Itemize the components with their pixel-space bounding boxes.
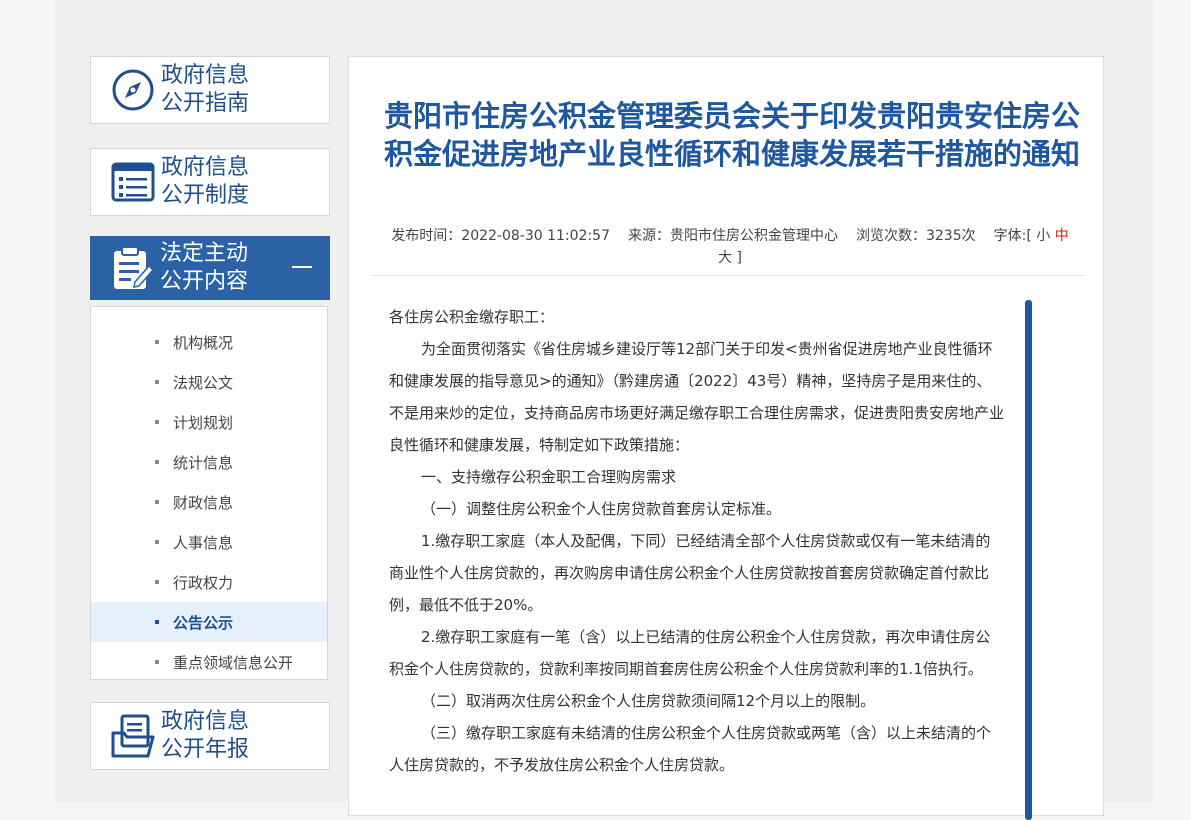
bullet-icon xyxy=(155,620,159,624)
sidebar-active-label: 法定主动 公开内容 xyxy=(160,241,249,294)
submenu-item-label: 统计信息 xyxy=(173,453,234,472)
submenu-item-label: 人事信息 xyxy=(173,533,234,552)
sidebar-guide[interactable]: 政府信息 公开指南 xyxy=(90,56,330,124)
bullet-icon xyxy=(155,380,159,384)
submenu-item-finance[interactable]: 财政信息 xyxy=(91,482,327,522)
submenu-item-regulations[interactable]: 法规公文 xyxy=(91,362,327,402)
submenu-item-label: 计划规划 xyxy=(173,413,234,432)
submenu-item-statistics[interactable]: 统计信息 xyxy=(91,442,327,482)
submenu-item-announcements[interactable]: 公告公示 xyxy=(91,602,327,642)
views-count: 3235次 xyxy=(925,228,976,244)
paragraph: （二）取消两次住房公积金个人住房贷款须间隔12个月以上的限制。 xyxy=(421,692,876,710)
font-size-label: 字体:[ xyxy=(993,228,1032,244)
article-meta: 发布时间：2022-08-30 11:02:57 来源：贵阳市住房公积金管理中心 浏… xyxy=(371,225,1089,269)
paragraph: 1.缴存职工家庭（本人及配偶，下同）已经结清全部个人住房贷款或仅有一笔未结清的商… xyxy=(389,532,991,614)
bullet-icon xyxy=(155,660,159,664)
sidebar-system-label: 政府信息 公开制度 xyxy=(161,155,250,208)
scrollbar[interactable] xyxy=(1025,300,1032,820)
paragraph: （一）调整住房公积金个人住房贷款首套房认定标准。 xyxy=(421,500,782,518)
submenu-item-label: 机构概况 xyxy=(173,333,234,352)
font-size-small-link[interactable]: 小 xyxy=(1036,228,1050,244)
article-body: 各住房公积金缴存职工： 为全面贯彻落实《省住房城乡建设厅等12部门关于印发<贵州… xyxy=(389,301,1005,781)
compass-icon xyxy=(109,66,157,114)
bullet-icon xyxy=(155,540,159,544)
sidebar-system[interactable]: 政府信息 公开制度 xyxy=(90,148,330,216)
divider xyxy=(371,275,1085,276)
source: 贵阳市住房公积金管理中心 xyxy=(669,228,838,244)
submenu-item-org[interactable]: 机构概况 xyxy=(91,322,327,362)
source-label: 来源： xyxy=(627,228,670,244)
paragraph: 2.缴存职工家庭有一笔（含）以上已结清的住房公积金个人住房贷款，再次申请住房公积… xyxy=(389,628,991,678)
font-size-close: ] xyxy=(736,250,742,266)
publish-time: 2022-08-30 11:02:57 xyxy=(461,228,610,244)
submenu-item-label: 财政信息 xyxy=(173,493,234,512)
clipboard-edit-icon xyxy=(108,244,156,292)
submenu-item-label: 法规公文 xyxy=(173,373,234,392)
list-icon xyxy=(109,158,157,206)
font-size-large-link[interactable]: 大 xyxy=(718,250,732,266)
bullet-icon xyxy=(155,580,159,584)
sidebar-active-section[interactable]: 法定主动 公开内容 xyxy=(90,236,330,300)
sidebar-annual-label: 政府信息 公开年报 xyxy=(161,709,250,762)
publish-time-label: 发布时间： xyxy=(391,228,462,244)
submenu-item-personnel[interactable]: 人事信息 xyxy=(91,522,327,562)
sidebar-annual[interactable]: 政府信息 公开年报 xyxy=(90,702,330,770)
submenu-item-label: 重点领域信息公开 xyxy=(173,653,294,672)
submenu: 机构概况 法规公文 计划规划 统计信息 财政信息 人事信息 行政权力 公告公示 … xyxy=(90,306,328,680)
folder-icon xyxy=(109,712,157,760)
submenu-item-plans[interactable]: 计划规划 xyxy=(91,402,327,442)
sidebar-guide-label: 政府信息 公开指南 xyxy=(161,63,250,116)
bullet-icon xyxy=(155,420,159,424)
submenu-item-admin-power[interactable]: 行政权力 xyxy=(91,562,327,602)
article-panel: 贵阳市住房公积金管理委员会关于印发贵阳贵安住房公积金促进房地产业良性循环和健康发… xyxy=(348,56,1104,820)
bullet-icon xyxy=(155,340,159,344)
bullet-icon xyxy=(155,460,159,464)
submenu-item-key-areas[interactable]: 重点领域信息公开 xyxy=(91,642,327,682)
paragraph: 一、支持缴存公积金职工合理购房需求 xyxy=(421,468,677,486)
submenu-item-label: 行政权力 xyxy=(173,573,234,592)
article-title: 贵阳市住房公积金管理委员会关于印发贵阳贵安住房公积金促进房地产业良性循环和健康发… xyxy=(383,99,1080,171)
collapse-icon[interactable] xyxy=(292,266,312,268)
font-size-medium-link[interactable]: 中 xyxy=(1055,228,1069,244)
paragraph: 为全面贯彻落实《省住房城乡建设厅等12部门关于印发<贵州省促进房地产业良性循环和… xyxy=(389,340,1005,454)
paragraph: （三）缴存职工家庭有未结清的住房公积金个人住房贷款或两笔（含）以上未结清的个人住… xyxy=(389,724,992,774)
paragraph: 各住房公积金缴存职工： xyxy=(389,308,555,326)
submenu-item-label: 公告公示 xyxy=(173,613,234,632)
bullet-icon xyxy=(155,500,159,504)
views-label: 浏览次数： xyxy=(855,228,926,244)
